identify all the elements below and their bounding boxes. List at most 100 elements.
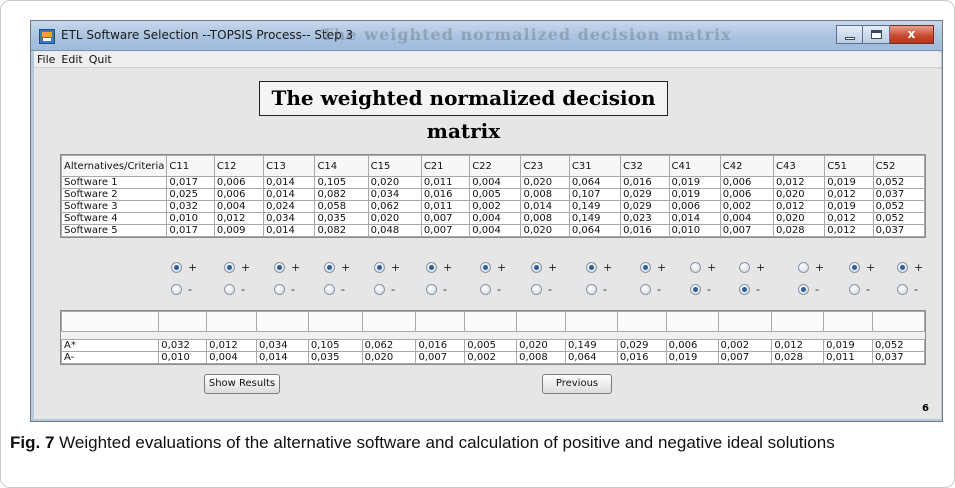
radio-checked-icon[interactable] <box>798 284 809 295</box>
matrix-cell: 0,004 <box>213 200 265 213</box>
radio-label: + <box>603 261 613 274</box>
table-row[interactable]: Software 5 0,017 0,009 0,014 0,082 0,048 0,007… <box>60 224 926 237</box>
criterion-3-plus-option[interactable]: + <box>274 261 300 274</box>
table-row[interactable]: Software 1 0,017 0,006 0,014 0,105 0,020 0,011… <box>60 176 926 189</box>
radio-checked-icon[interactable] <box>426 262 437 273</box>
matrix-cell: 0,024 <box>263 200 316 213</box>
negative-ideal-row[interactable]: A- 0,010 0,004 0,014 0,035 0,020 0,007 0,002 0,0… <box>60 351 925 364</box>
radio-checked-icon[interactable] <box>531 262 542 273</box>
matrix-cell: 0,004 <box>469 212 522 225</box>
radio-unchecked-icon[interactable] <box>586 284 597 295</box>
matrix-cell: 0,048 <box>367 224 422 237</box>
criterion-15-minus-option[interactable]: - <box>897 283 918 296</box>
criterion-14-plus-option[interactable]: + <box>849 261 875 274</box>
matrix-cell: 0,025 <box>166 188 215 201</box>
criterion-1-minus-option[interactable]: - <box>171 283 192 296</box>
radio-unchecked-icon[interactable] <box>426 284 437 295</box>
radio-unchecked-icon[interactable] <box>171 284 182 295</box>
matrix-cell: 0,082 <box>314 224 369 237</box>
matrix-cell: 0,005 <box>469 188 522 201</box>
radio-checked-icon[interactable] <box>171 262 182 273</box>
table-row[interactable]: Software 3 0,032 0,004 0,024 0,058 0,062 0,011… <box>60 200 926 213</box>
ideal-cell: 0,062 <box>361 339 417 352</box>
ideal-cell: 0,149 <box>564 339 618 352</box>
previous-button[interactable]: Previous <box>542 374 612 394</box>
criterion-1-plus-option[interactable]: + <box>171 261 197 274</box>
radio-unchecked-icon[interactable] <box>324 284 335 295</box>
criterion-4-plus-option[interactable]: + <box>324 261 350 274</box>
menu-edit[interactable]: Edit <box>61 53 82 66</box>
radio-unchecked-icon[interactable] <box>798 262 809 273</box>
criterion-7-plus-option[interactable]: + <box>480 261 506 274</box>
radio-unchecked-icon[interactable] <box>897 284 908 295</box>
minimize-button[interactable] <box>836 25 863 44</box>
matrix-cell: 0,019 <box>824 176 874 189</box>
radio-checked-icon[interactable] <box>897 262 908 273</box>
radio-checked-icon[interactable] <box>480 262 491 273</box>
ideal-cell: 0,011 <box>823 351 873 364</box>
criterion-14-minus-option[interactable]: - <box>849 283 870 296</box>
radio-unchecked-icon[interactable] <box>480 284 491 295</box>
radio-checked-icon[interactable] <box>640 262 651 273</box>
matrix-cell: 0,006 <box>719 188 774 201</box>
criterion-12-plus-option[interactable]: + <box>739 261 765 274</box>
menu-file[interactable]: File <box>37 53 55 66</box>
criterion-4-minus-option[interactable]: - <box>324 283 345 296</box>
table-row[interactable]: Software 4 0,010 0,012 0,034 0,035 0,020 0,007… <box>60 212 926 225</box>
ideal-solution-table: A* 0,032 0,012 0,034 0,105 0,062 0,016 0,005 0,0… <box>60 311 925 364</box>
radio-checked-icon[interactable] <box>274 262 285 273</box>
table-row[interactable]: Software 2 0,025 0,006 0,014 0,082 0,034 0,016… <box>60 188 926 201</box>
criterion-6-plus-option[interactable]: + <box>426 261 452 274</box>
criterion-3-minus-option[interactable]: - <box>274 283 295 296</box>
radio-unchecked-icon[interactable] <box>224 284 235 295</box>
criterion-15-plus-option[interactable]: + <box>897 261 923 274</box>
content-panel: The weighted normalized decision matrix … <box>34 69 941 419</box>
radio-unchecked-icon[interactable] <box>690 262 701 273</box>
criterion-10-minus-option[interactable]: - <box>640 283 661 296</box>
show-results-button[interactable]: Show Results <box>204 374 280 394</box>
positive-ideal-row[interactable]: A* 0,032 0,012 0,034 0,105 0,062 0,016 0,005 0,0… <box>60 339 925 352</box>
close-button[interactable]: x <box>890 25 934 44</box>
column-header-c42: C42 <box>719 155 774 177</box>
radio-checked-icon[interactable] <box>690 284 701 295</box>
criterion-5-plus-option[interactable]: + <box>374 261 400 274</box>
criterion-5-minus-option[interactable]: - <box>374 283 395 296</box>
empty-header-cell <box>206 311 257 332</box>
title-bar[interactable]: ETL Software Selection --TOPSIS Process-… <box>31 21 942 51</box>
criterion-2-plus-option[interactable]: + <box>224 261 250 274</box>
matrix-cell: 0,012 <box>772 176 826 189</box>
criterion-2-minus-option[interactable]: - <box>224 283 245 296</box>
radio-checked-icon[interactable] <box>324 262 335 273</box>
criterion-8-plus-option[interactable]: + <box>531 261 557 274</box>
radio-unchecked-icon[interactable] <box>531 284 542 295</box>
menu-quit[interactable]: Quit <box>89 53 112 66</box>
radio-unchecked-icon[interactable] <box>274 284 285 295</box>
radio-label: - <box>188 283 192 296</box>
criterion-9-minus-option[interactable]: - <box>586 283 607 296</box>
criterion-11-plus-option[interactable]: + <box>690 261 716 274</box>
criterion-7-minus-option[interactable]: - <box>480 283 501 296</box>
radio-unchecked-icon[interactable] <box>640 284 651 295</box>
criterion-12-minus-option[interactable]: - <box>739 283 760 296</box>
criterion-11-minus-option[interactable]: - <box>690 283 711 296</box>
criterion-8-minus-option[interactable]: - <box>531 283 552 296</box>
column-header-c51: C51 <box>824 155 874 177</box>
radio-unchecked-icon[interactable] <box>739 262 750 273</box>
criterion-6-minus-option[interactable]: - <box>426 283 447 296</box>
radio-label: - <box>815 283 819 296</box>
maximize-button[interactable] <box>863 25 890 44</box>
radio-checked-icon[interactable] <box>739 284 750 295</box>
matrix-cell: 0,064 <box>568 176 622 189</box>
radio-checked-icon[interactable] <box>849 262 860 273</box>
matrix-cell: 0,149 <box>568 212 622 225</box>
criterion-10-plus-option[interactable]: + <box>640 261 666 274</box>
criterion-13-plus-option[interactable]: + <box>798 261 824 274</box>
radio-unchecked-icon[interactable] <box>374 284 385 295</box>
radio-checked-icon[interactable] <box>374 262 385 273</box>
criterion-13-minus-option[interactable]: - <box>798 283 819 296</box>
criterion-9-plus-option[interactable]: + <box>586 261 612 274</box>
radio-checked-icon[interactable] <box>586 262 597 273</box>
radio-unchecked-icon[interactable] <box>849 284 860 295</box>
empty-header-cell <box>307 311 363 332</box>
radio-checked-icon[interactable] <box>224 262 235 273</box>
